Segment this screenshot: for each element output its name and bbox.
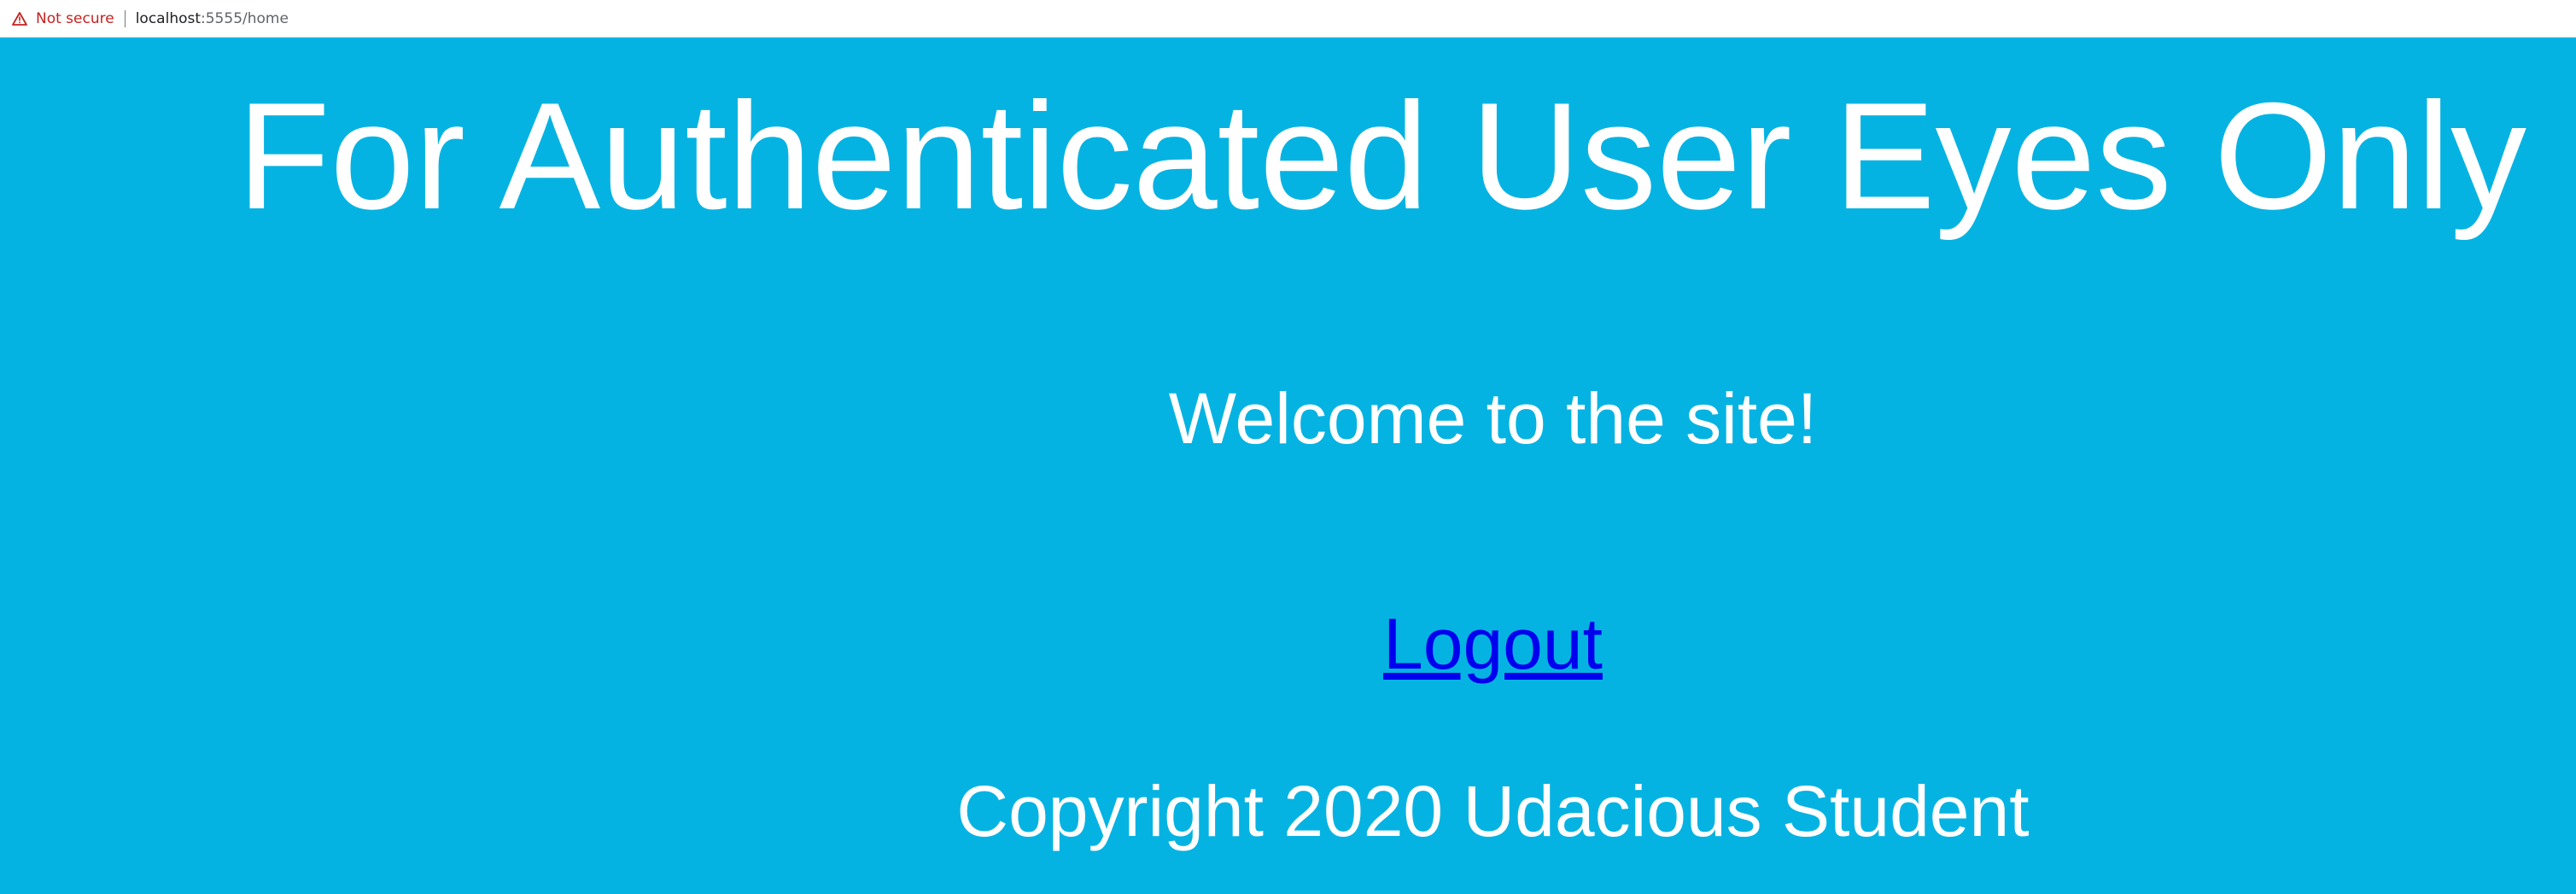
address-bar[interactable]: Not secure localhost:5555/home — [0, 0, 2576, 38]
page-body: For Authenticated User Eyes Only Welcome… — [0, 38, 2576, 894]
logout-section: Logout — [0, 608, 2576, 680]
welcome-message: Welcome to the site! — [1168, 378, 1818, 459]
copyright-text: Copyright 2020 Udacious Student — [956, 771, 2030, 851]
url-path[interactable]: :5555/home — [201, 10, 289, 27]
welcome-section: Welcome to the site! — [0, 383, 2576, 454]
logout-link[interactable]: Logout — [1383, 608, 1603, 680]
footer: Copyright 2020 Udacious Student — [0, 775, 2576, 847]
address-divider — [124, 9, 126, 27]
page-title: For Authenticated User Eyes Only — [237, 71, 2526, 241]
warning-icon[interactable] — [12, 11, 27, 26]
url-host[interactable]: localhost — [136, 10, 201, 27]
security-status[interactable]: Not secure — [36, 10, 114, 27]
